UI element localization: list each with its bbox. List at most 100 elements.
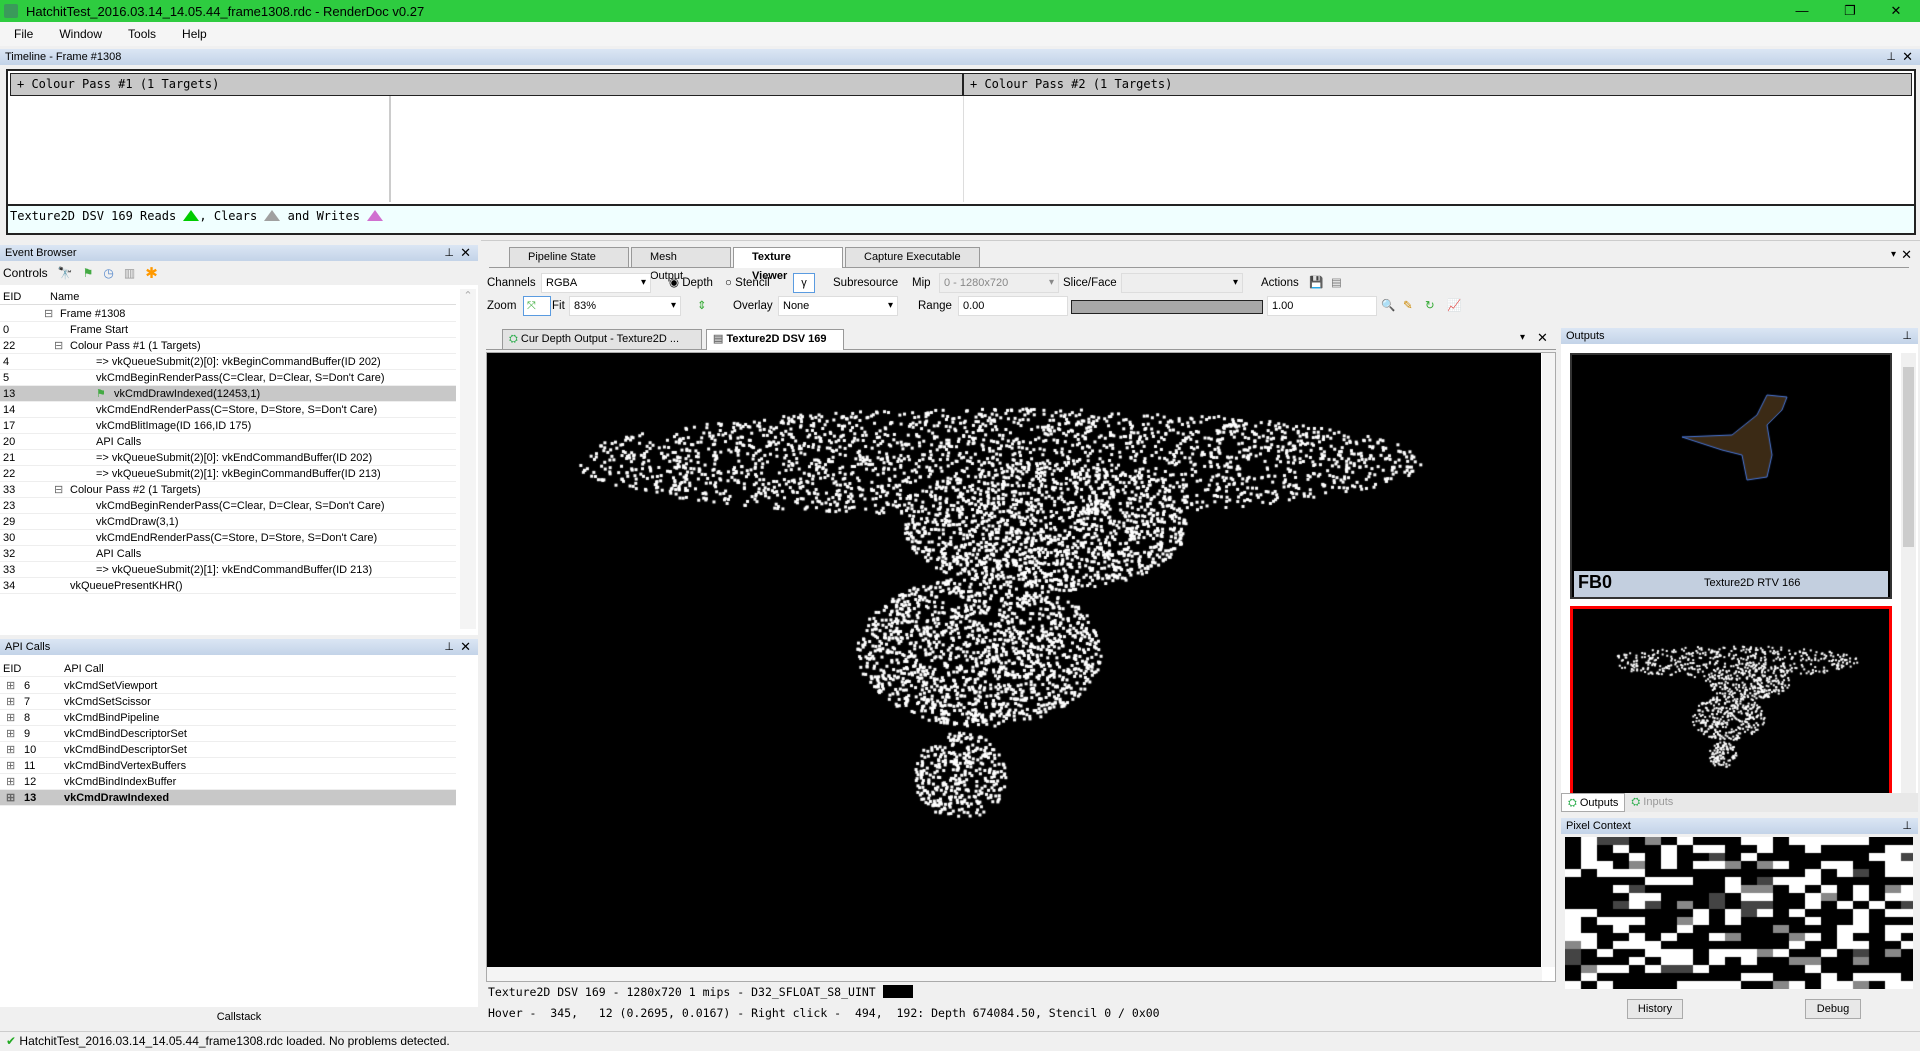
col-api-call[interactable]: API Call	[64, 661, 104, 677]
event-row[interactable]: 17 vkCmdBlitImage(ID 166,ID 175)	[0, 418, 456, 434]
event-row[interactable]: 30 vkCmdEndRenderPass(C=Store, D=Store, S…	[0, 530, 456, 546]
api-call-row[interactable]: ⊞ 7 vkCmdSetScissor	[0, 694, 456, 710]
event-tree[interactable]: EID Name ⊟ Frame #1308 0 Frame Start 22 ⊟ Colou…	[0, 289, 458, 629]
gamma-toggle[interactable]: γ	[793, 273, 815, 293]
vertical-scrollbar[interactable]	[1542, 353, 1555, 967]
tab-mesh-output[interactable]: Mesh Output	[631, 247, 731, 282]
col-eid[interactable]: EID	[3, 661, 21, 677]
texture-display[interactable]	[487, 353, 1541, 967]
menu-help[interactable]: Help	[168, 27, 219, 41]
range-min-field[interactable]: 0.00	[958, 296, 1068, 316]
minimize-button[interactable]: —	[1780, 0, 1824, 22]
expand-icon[interactable]: ⊞	[6, 710, 15, 726]
event-row[interactable]: 0 Frame Start	[0, 322, 456, 338]
zoom-range-icon[interactable]: 🔍	[1381, 296, 1395, 316]
event-row[interactable]: ⊟ Frame #1308	[0, 306, 456, 322]
collapse-icon[interactable]: ⊟	[44, 306, 53, 322]
menu-file[interactable]: File	[0, 27, 45, 41]
close-icon[interactable]: ✕	[1901, 247, 1912, 263]
bookmark-flag-icon[interactable]: ⚑	[83, 266, 94, 280]
stencil-radio[interactable]: ○ Stencil	[725, 273, 770, 293]
auto-fit-wand-icon[interactable]: ✎	[1403, 296, 1413, 316]
callstack-bar[interactable]: Callstack	[0, 1007, 478, 1029]
history-button[interactable]: History	[1627, 999, 1683, 1019]
pin-icon[interactable]: ⊥	[1886, 49, 1896, 65]
event-row[interactable]: 34 vkQueuePresentKHR()	[0, 578, 456, 594]
expand-icon[interactable]: ⊞	[6, 774, 15, 790]
range-max-field[interactable]: 1.00	[1267, 296, 1377, 316]
horizontal-scrollbar[interactable]	[487, 967, 1542, 981]
maximize-button[interactable]: ❐	[1828, 0, 1872, 22]
texture-tab-dsv-169[interactable]: ▤ Texture2D DSV 169	[706, 329, 844, 350]
expand-icon[interactable]: ⊞	[6, 694, 15, 710]
close-icon[interactable]: ✕	[1537, 330, 1548, 346]
api-call-row[interactable]: ⊞ 9 vkCmdBindDescriptorSet	[0, 726, 456, 742]
api-call-row[interactable]: ⊞ 8 vkCmdBindPipeline	[0, 710, 456, 726]
collapse-icon[interactable]: ⊟	[54, 338, 63, 354]
event-row[interactable]: 33 ⊟ Colour Pass #2 (1 Targets)	[0, 482, 456, 498]
range-slider[interactable]	[1071, 300, 1263, 314]
tab-capture-executable[interactable]: Capture Executable	[845, 247, 980, 267]
pin-icon[interactable]: ⊥	[444, 639, 454, 655]
event-row[interactable]: 5 vkCmdBeginRenderPass(C=Clear, D=Clear, …	[0, 370, 456, 386]
flip-icon[interactable]: ⇕	[697, 296, 707, 316]
event-row[interactable]: 4 => vkQueueSubmit(2)[0]: vkBeginCommandB…	[0, 354, 456, 370]
api-call-row[interactable]: ⊞ 10 vkCmdBindDescriptorSet	[0, 742, 456, 758]
bookmark-flag-icon[interactable]: ⚑	[96, 386, 106, 402]
tab-outputs[interactable]: ⛭ Outputs	[1561, 793, 1626, 812]
zoom-select[interactable]: 83%	[569, 296, 681, 316]
expand-icon[interactable]: ⊞	[6, 678, 15, 694]
texture-tab-cur-depth[interactable]: ⛭ Cur Depth Output - Texture2D ...	[502, 329, 702, 349]
tab-dropdown-icon[interactable]: ▾	[1891, 249, 1896, 260]
timeline-pass-2[interactable]: + Colour Pass #2 (1 Targets)	[963, 73, 1912, 96]
api-call-row[interactable]: ⊞ 11 vkCmdBindVertexBuffers	[0, 758, 456, 774]
slice-face-select[interactable]	[1121, 273, 1243, 293]
overlay-select[interactable]: None	[778, 296, 898, 316]
fit-icon[interactable]: ⤧	[523, 296, 551, 316]
collapse-icon[interactable]: ⊟	[54, 482, 63, 498]
event-row[interactable]: 21 => vkQueueSubmit(2)[0]: vkEndCommandBu…	[0, 450, 456, 466]
menu-tools[interactable]: Tools	[114, 27, 168, 41]
api-call-list[interactable]: EID API Call ⊞ 6 vkCmdSetViewport ⊞ 7 vkCmdSet…	[0, 661, 458, 1001]
scrollbar[interactable]: ⌃	[460, 289, 476, 629]
reset-range-icon[interactable]: ↻	[1425, 296, 1435, 316]
event-row[interactable]: 32 API Calls	[0, 546, 456, 562]
output-thumbnail-fb0[interactable]: FB0 Texture2D RTV 166	[1570, 353, 1892, 599]
histogram-icon[interactable]: 📈	[1447, 296, 1461, 316]
find-icon[interactable]: 🔭	[58, 266, 73, 280]
event-row[interactable]: 23 vkCmdBeginRenderPass(C=Clear, D=Clear,…	[0, 498, 456, 514]
event-row[interactable]: 13 ⚑ vkCmdDrawIndexed(12453,1)	[0, 386, 456, 402]
outputs-scrollbar[interactable]	[1901, 353, 1916, 800]
close-icon[interactable]: ✕	[1902, 49, 1913, 65]
depth-radio[interactable]: ◉ Depth	[669, 273, 713, 293]
tab-texture-viewer[interactable]: Texture Viewer	[733, 247, 843, 282]
tab-dropdown-icon[interactable]: ▾	[1520, 332, 1525, 343]
mip-select[interactable]: 0 - 1280x720	[939, 273, 1059, 293]
close-button[interactable]: ✕	[1874, 0, 1918, 22]
event-row[interactable]: 22 ⊟ Colour Pass #1 (1 Targets)	[0, 338, 456, 354]
debug-button[interactable]: Debug	[1805, 999, 1861, 1019]
close-icon[interactable]: ✕	[460, 639, 471, 655]
col-eid[interactable]: EID	[3, 289, 21, 305]
expand-icon[interactable]: ⊞	[6, 742, 15, 758]
api-call-row[interactable]: ⊞ 12 vkCmdBindIndexBuffer	[0, 774, 456, 790]
event-row[interactable]: 14 vkCmdEndRenderPass(C=Store, D=Store, S…	[0, 402, 456, 418]
column-icon[interactable]: ▥	[124, 266, 135, 280]
tab-pipeline-state[interactable]: Pipeline State	[509, 247, 629, 267]
timeline[interactable]: + Colour Pass #1 (1 Targets) + Colour Pa…	[6, 69, 1916, 235]
menu-window[interactable]: Window	[45, 27, 114, 41]
channels-select[interactable]: RGBA	[541, 273, 651, 293]
expand-icon[interactable]: ⊞	[6, 726, 15, 742]
starburst-icon[interactable]: ✱	[145, 264, 158, 282]
api-call-row[interactable]: ⊞ 13 vkCmdDrawIndexed	[0, 790, 456, 806]
event-row[interactable]: 20 API Calls	[0, 434, 456, 450]
timeline-clock-icon[interactable]: ◷	[103, 266, 113, 280]
pin-icon[interactable]: ⊥	[1902, 818, 1912, 834]
expand-icon[interactable]: ⊞	[6, 758, 15, 774]
pixel-context-grid[interactable]	[1565, 837, 1913, 989]
expand-icon[interactable]: ⊞	[6, 790, 15, 806]
output-thumbnail-depth[interactable]	[1570, 606, 1892, 800]
event-row[interactable]: 22 => vkQueueSubmit(2)[1]: vkBeginCommand…	[0, 466, 456, 482]
event-row[interactable]: 29 vkCmdDraw(3,1)	[0, 514, 456, 530]
event-row[interactable]: 33 => vkQueueSubmit(2)[1]: vkEndCommandBu…	[0, 562, 456, 578]
